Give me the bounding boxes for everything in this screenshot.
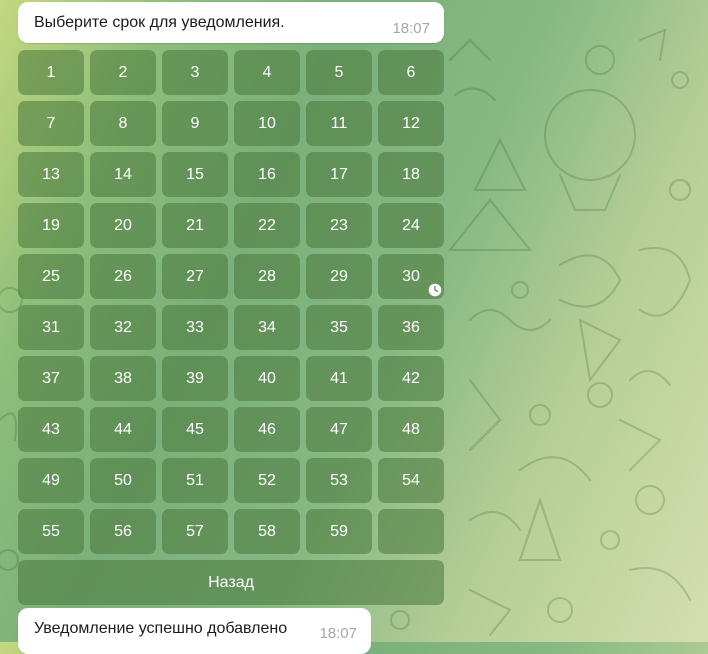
message-time: 18:07: [392, 20, 430, 37]
day-button-46[interactable]: 46: [234, 407, 300, 452]
day-button-43[interactable]: 43: [18, 407, 84, 452]
bot-message-success: Уведомление успешно добавлено 18:07: [18, 608, 371, 654]
day-button-25[interactable]: 25: [18, 254, 84, 299]
day-button-1[interactable]: 1: [18, 50, 84, 95]
day-button-54[interactable]: 54: [378, 458, 444, 503]
day-button-39[interactable]: 39: [162, 356, 228, 401]
day-button-34[interactable]: 34: [234, 305, 300, 350]
message-text: Уведомление успешно добавлено: [34, 620, 288, 637]
day-button-5[interactable]: 5: [306, 50, 372, 95]
day-button-15[interactable]: 15: [162, 152, 228, 197]
day-button-40[interactable]: 40: [234, 356, 300, 401]
day-button-48[interactable]: 48: [378, 407, 444, 452]
day-button-12[interactable]: 12: [378, 101, 444, 146]
day-button-57[interactable]: 57: [162, 509, 228, 554]
day-button-26[interactable]: 26: [90, 254, 156, 299]
day-button-empty: [378, 509, 444, 554]
day-button-41[interactable]: 41: [306, 356, 372, 401]
day-button-2[interactable]: 2: [90, 50, 156, 95]
day-button-6[interactable]: 6: [378, 50, 444, 95]
day-button-14[interactable]: 14: [90, 152, 156, 197]
back-button[interactable]: Назад: [18, 560, 444, 605]
day-button-29[interactable]: 29: [306, 254, 372, 299]
day-button-22[interactable]: 22: [234, 203, 300, 248]
day-button-3[interactable]: 3: [162, 50, 228, 95]
day-button-23[interactable]: 23: [306, 203, 372, 248]
day-button-19[interactable]: 19: [18, 203, 84, 248]
day-button-44[interactable]: 44: [90, 407, 156, 452]
message-time: 18:07: [319, 625, 357, 642]
bot-message-choose-period: Выберите срок для уведомления. 18:07: [18, 2, 444, 43]
message-text: Выберите срок для уведомления.: [34, 14, 285, 31]
day-button-8[interactable]: 8: [90, 101, 156, 146]
day-button-11[interactable]: 11: [306, 101, 372, 146]
day-button-20[interactable]: 20: [90, 203, 156, 248]
day-button-38[interactable]: 38: [90, 356, 156, 401]
day-button-9[interactable]: 9: [162, 101, 228, 146]
day-button-42[interactable]: 42: [378, 356, 444, 401]
day-button-27[interactable]: 27: [162, 254, 228, 299]
day-button-21[interactable]: 21: [162, 203, 228, 248]
day-button-56[interactable]: 56: [90, 509, 156, 554]
day-button-16[interactable]: 16: [234, 152, 300, 197]
day-button-50[interactable]: 50: [90, 458, 156, 503]
day-button-10[interactable]: 10: [234, 101, 300, 146]
day-button-52[interactable]: 52: [234, 458, 300, 503]
day-button-13[interactable]: 13: [18, 152, 84, 197]
day-button-24[interactable]: 24: [378, 203, 444, 248]
day-button-17[interactable]: 17: [306, 152, 372, 197]
day-button-55[interactable]: 55: [18, 509, 84, 554]
day-button-53[interactable]: 53: [306, 458, 372, 503]
day-button-18[interactable]: 18: [378, 152, 444, 197]
day-button-33[interactable]: 33: [162, 305, 228, 350]
day-button-37[interactable]: 37: [18, 356, 84, 401]
day-button-4[interactable]: 4: [234, 50, 300, 95]
day-button-58[interactable]: 58: [234, 509, 300, 554]
day-button-36[interactable]: 36: [378, 305, 444, 350]
day-button-35[interactable]: 35: [306, 305, 372, 350]
clock-icon: [428, 283, 442, 297]
day-button-47[interactable]: 47: [306, 407, 372, 452]
day-button-45[interactable]: 45: [162, 407, 228, 452]
day-button-7[interactable]: 7: [18, 101, 84, 146]
day-button-28[interactable]: 28: [234, 254, 300, 299]
day-button-32[interactable]: 32: [90, 305, 156, 350]
day-button-31[interactable]: 31: [18, 305, 84, 350]
day-button-51[interactable]: 51: [162, 458, 228, 503]
day-button-59[interactable]: 59: [306, 509, 372, 554]
day-button-49[interactable]: 49: [18, 458, 84, 503]
